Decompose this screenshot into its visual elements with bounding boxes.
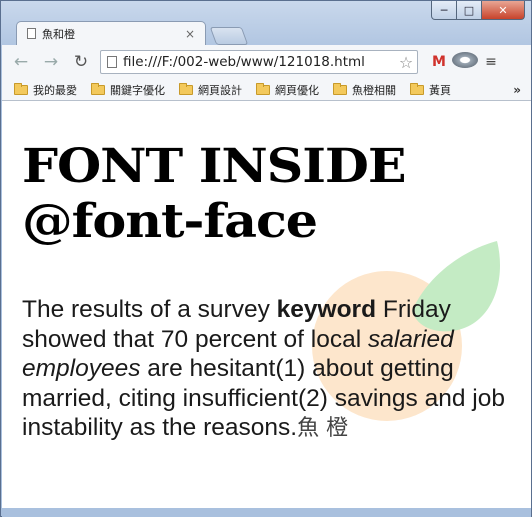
window-controls: ─ □ ✕ — [431, 1, 525, 20]
para-keyword: keyword — [276, 296, 377, 323]
reload-icon[interactable]: ↻ — [70, 51, 92, 73]
toolbar-icons: M ≡ — [426, 52, 504, 72]
document-icon — [107, 56, 117, 68]
tab-strip: 魚和橙 × — [1, 19, 531, 45]
bookmarks-overflow-button[interactable]: » — [513, 83, 521, 97]
bookmark-item[interactable]: 我的最愛 — [14, 82, 77, 98]
tab-active[interactable]: 魚和橙 × — [16, 21, 206, 45]
bookmark-item[interactable]: 關鍵字優化 — [91, 82, 165, 98]
gmail-icon[interactable]: M — [426, 54, 452, 70]
bookmark-item[interactable]: 網頁優化 — [256, 82, 319, 98]
page-heading: FONT INSIDE @font-face — [22, 139, 407, 249]
folder-icon — [333, 82, 347, 95]
bookmark-label: 魚橙相關 — [352, 83, 396, 97]
bookmark-item[interactable]: 網頁設計 — [179, 82, 242, 98]
folder-icon — [256, 82, 270, 95]
menu-icon[interactable]: ≡ — [478, 54, 504, 70]
bookmark-label: 黃頁 — [429, 83, 451, 97]
page-content: FONT INSIDE @font-face The results of a … — [2, 101, 531, 508]
bookmark-label: 我的最愛 — [33, 83, 77, 97]
bookmark-item[interactable]: 魚橙相關 — [333, 82, 396, 98]
extension-icon[interactable] — [452, 52, 478, 72]
close-window-button[interactable]: ✕ — [482, 1, 525, 20]
address-bar[interactable]: file:///F:/002-web/www/121018.html ☆ — [100, 50, 418, 74]
folder-icon — [14, 82, 28, 95]
browser-window: ─ □ ✕ 魚和橙 × ← → ↻ file:///F:/002-web/www… — [0, 0, 532, 517]
forward-icon[interactable]: → — [40, 51, 62, 73]
window-bottom-edge — [2, 508, 531, 517]
bookmark-label: 關鍵字優化 — [110, 83, 165, 97]
bookmark-item[interactable]: 黃頁 — [410, 82, 451, 98]
page-icon — [27, 28, 36, 39]
bookmarks-bar: 我的最愛 關鍵字優化 網頁設計 網頁優化 魚橙相關 黃頁 » — [2, 79, 531, 101]
tab-title: 魚和橙 — [42, 27, 75, 41]
folder-icon — [91, 82, 105, 95]
maximize-button[interactable]: □ — [457, 1, 482, 20]
minimize-button[interactable]: ─ — [431, 1, 457, 20]
body-paragraph: The results of a survey keyword Friday s… — [22, 295, 522, 444]
folder-icon — [179, 82, 193, 95]
folder-icon — [410, 82, 424, 95]
back-icon[interactable]: ← — [10, 51, 32, 73]
heading-line-2: @font-face — [22, 194, 318, 249]
bookmark-label: 網頁設計 — [198, 83, 242, 97]
close-icon[interactable]: × — [183, 27, 197, 41]
star-icon[interactable]: ☆ — [395, 53, 417, 72]
heading-line-1: FONT INSIDE — [22, 139, 407, 194]
toolbar: ← → ↻ file:///F:/002-web/www/121018.html… — [2, 45, 531, 79]
para-cjk-text: 魚 橙 — [297, 416, 349, 441]
new-tab-button[interactable] — [209, 27, 249, 45]
url-text[interactable]: file:///F:/002-web/www/121018.html — [123, 54, 395, 70]
para-text-1: The results of a survey — [22, 296, 277, 323]
bookmark-label: 網頁優化 — [275, 83, 319, 97]
